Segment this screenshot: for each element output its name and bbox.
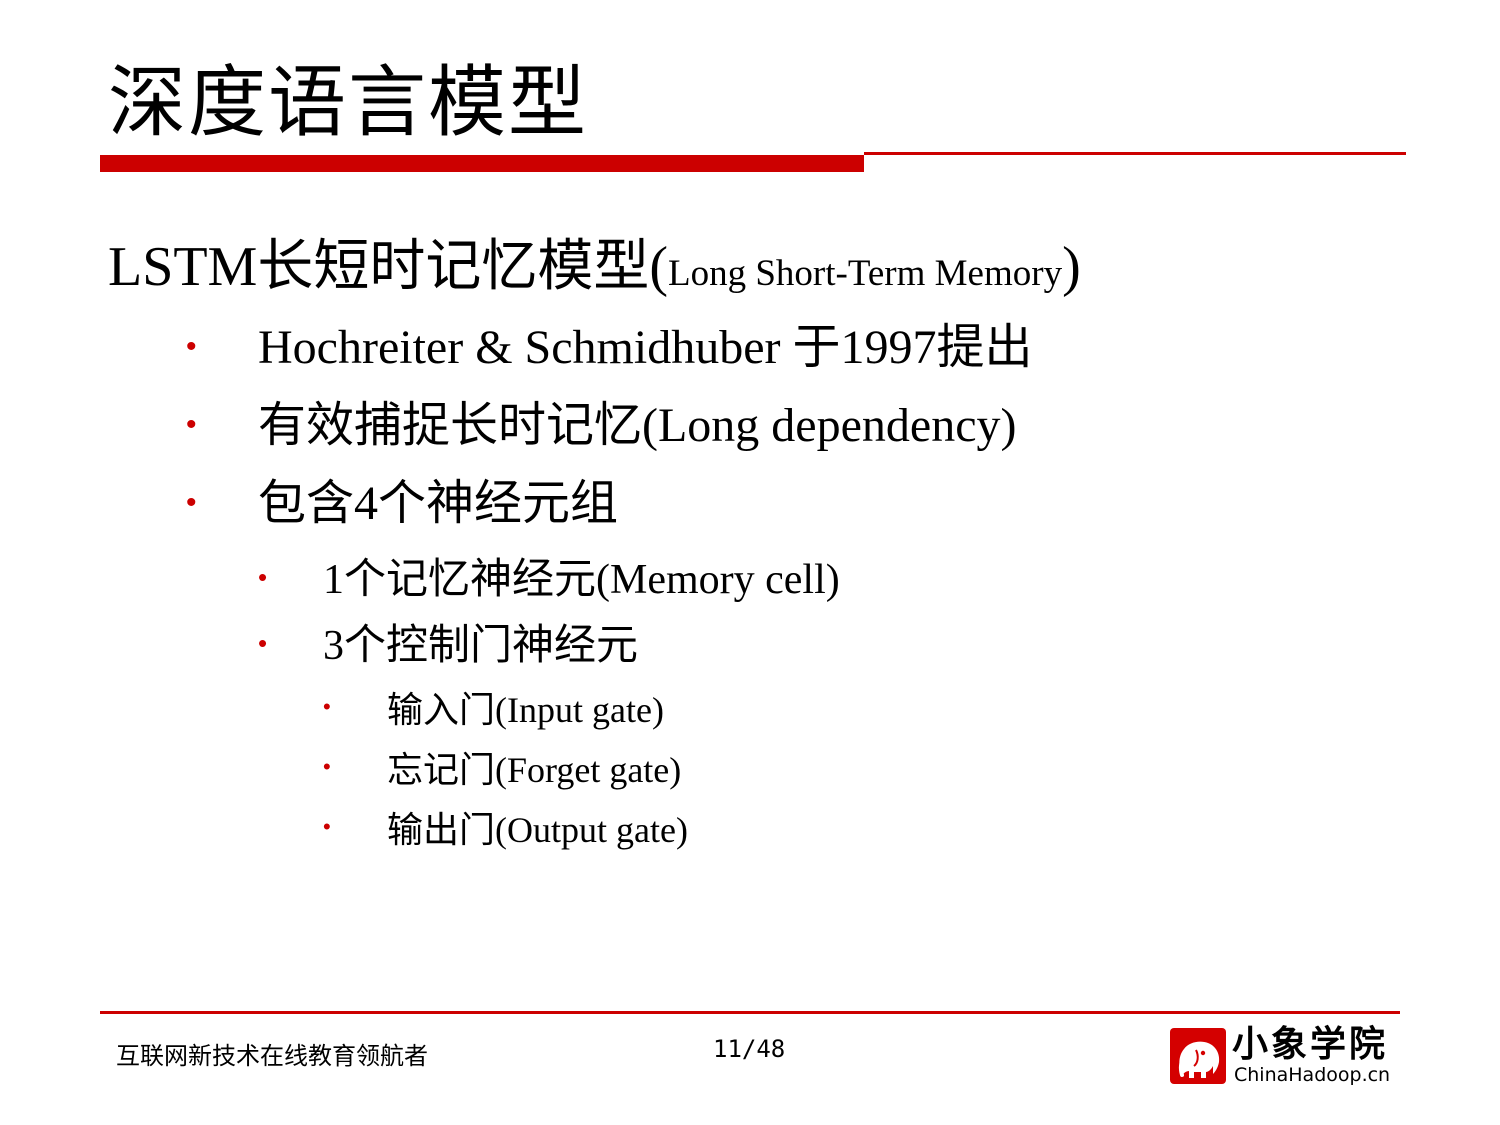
bullet-dot: •	[323, 814, 331, 839]
bullet-item: 输入门(Input gate)	[387, 690, 664, 730]
heading-close: )	[1062, 236, 1081, 298]
heading-english: Long Short-Term Memory	[668, 253, 1063, 294]
elephant-logo-icon	[1170, 1028, 1226, 1084]
brand-logo: 小象学院 ChinaHadoop.cn	[1170, 1024, 1400, 1088]
bullet-item: 忘记门(Forget gate)	[387, 750, 682, 790]
bullet-dot: •	[258, 562, 268, 592]
bullet-dot: •	[323, 694, 331, 719]
bullet-dot: •	[323, 754, 331, 779]
bullet-dot: •	[186, 330, 197, 363]
footer-divider	[100, 1011, 1400, 1014]
bullet-item: 1个记忆神经元(Memory cell)	[323, 557, 840, 603]
bullet-dot: •	[186, 408, 197, 441]
section-heading: LSTM长短时记忆模型(Long Short-Term Memory)	[108, 232, 1081, 309]
title-underline-thick	[100, 155, 864, 172]
bullet-dot: •	[186, 486, 197, 519]
bullet-item: Hochreiter & Schmidhuber 于1997提出	[258, 321, 1033, 374]
slide-title: 深度语言模型	[108, 59, 589, 146]
bullet-item: 3个控制门神经元	[323, 623, 639, 669]
bullet-dot: •	[258, 628, 268, 658]
logo-site: ChinaHadoop.cn	[1234, 1064, 1391, 1086]
bullet-item: 有效捕捉长时记忆(Long dependency)	[258, 399, 1017, 452]
logo-name: 小象学院	[1232, 1024, 1389, 1065]
bullet-item: 包含4个神经元组	[258, 477, 619, 530]
title-underline-thin	[864, 152, 1406, 155]
bullet-item: 输出门(Output gate)	[387, 810, 688, 850]
footer-slogan: 互联网新技术在线教育领航者	[116, 1044, 428, 1070]
heading-main: LSTM长短时记忆模型(	[108, 236, 668, 298]
page-number: 11/48	[713, 1035, 786, 1063]
